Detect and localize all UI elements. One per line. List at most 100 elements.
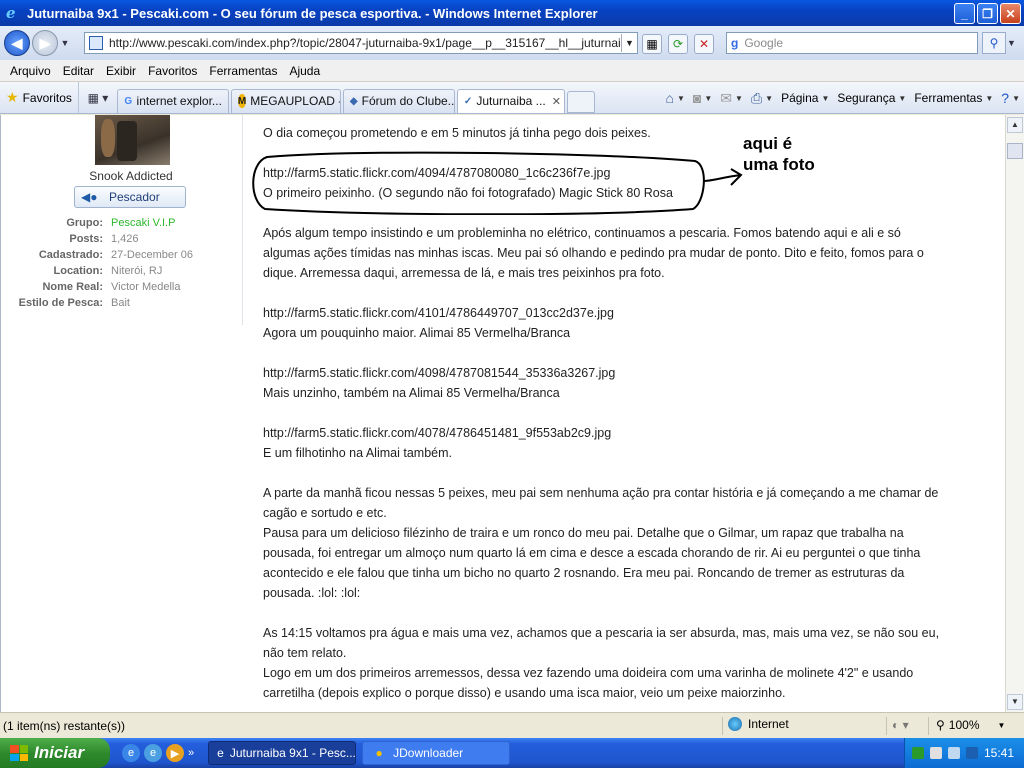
- address-bar[interactable]: http://www.pescaki.com/index.php?/topic/…: [84, 32, 638, 54]
- security-zone[interactable]: Internet: [728, 717, 789, 731]
- menu-ajuda[interactable]: Ajuda: [283, 64, 326, 78]
- annotation-text: aqui é uma foto: [743, 133, 833, 175]
- fish-icon: ◀●: [81, 190, 98, 204]
- back-button[interactable]: ◀: [4, 30, 30, 56]
- tab-internet-explorer[interactable]: G internet explor...: [116, 88, 229, 113]
- search-input[interactable]: Google: [744, 36, 783, 50]
- post-paragraph: http://farm5.static.flickr.com/4098/4787…: [263, 363, 983, 403]
- page-content: Snook Addicted ◀● Pescador Grupo: Pescak…: [0, 115, 1005, 712]
- maximize-button[interactable]: ❐: [977, 3, 998, 24]
- field-label: Grupo:: [66, 217, 103, 229]
- clock[interactable]: 15:41: [984, 746, 1014, 760]
- taskbar: Iniciar e e ▶ » e Juturnaiba 9x1 - Pesc.…: [0, 738, 1024, 768]
- address-input[interactable]: http://www.pescaki.com/index.php?/topic/…: [109, 36, 621, 50]
- tab-juturnaiba[interactable]: ✓ Juturnaiba ... ✕: [456, 88, 565, 113]
- window-controls: _ ❐ ✕: [954, 3, 1021, 24]
- menu-arquivo[interactable]: Arquivo: [4, 64, 57, 78]
- post-line: Pausa para um delicioso filézinho de tra…: [263, 526, 904, 540]
- tab-forum-do-clube[interactable]: ◆ Fórum do Clube...: [342, 88, 455, 113]
- quick-tabs-icon[interactable]: ▦ ▾: [79, 91, 117, 105]
- vertical-scrollbar[interactable]: ▲ ▼: [1005, 115, 1024, 712]
- zoom-control[interactable]: ⚲ 100% ▼: [936, 718, 1005, 732]
- history-dropdown-icon[interactable]: ▼: [58, 38, 72, 48]
- scroll-up-icon[interactable]: ▲: [1007, 117, 1023, 133]
- post-paragraph: http://farm5.static.flickr.com/4078/4786…: [263, 423, 983, 463]
- status-divider: [722, 717, 723, 735]
- close-button[interactable]: ✕: [1000, 3, 1021, 24]
- chevron-down-icon: ▼: [735, 93, 743, 103]
- realname-value: Victor Medella: [111, 281, 181, 293]
- profile-row-posts: Posts: 1,426: [1, 231, 243, 247]
- post-line: Agora um pouquinho maior. Alimai 85 Verm…: [263, 326, 571, 340]
- ie-quicklaunch-icon[interactable]: e: [122, 744, 140, 762]
- tray-app-icon[interactable]: [911, 747, 924, 759]
- favorites-button[interactable]: ★ Favoritos: [0, 82, 79, 113]
- menu-ferramentas[interactable]: Ferramentas: [203, 64, 283, 78]
- stop-icon[interactable]: ✕: [694, 34, 714, 54]
- image-url[interactable]: http://farm5.static.flickr.com/4098/4787…: [263, 363, 983, 383]
- field-label: Cadastrado:: [38, 249, 103, 261]
- menu-editar[interactable]: Editar: [57, 64, 100, 78]
- home-button[interactable]: ⌂ ▼: [662, 90, 689, 106]
- post-paragraph: Após algum tempo insistindo e um problem…: [263, 223, 983, 283]
- search-options-icon[interactable]: ▼: [1007, 38, 1016, 48]
- image-url[interactable]: http://farm5.static.flickr.com/4078/4786…: [263, 423, 983, 443]
- tray-network-icon[interactable]: [929, 747, 942, 759]
- google-tab-icon: G: [124, 95, 133, 107]
- chevron-down-icon: ▼: [821, 93, 830, 103]
- compatibility-view-icon[interactable]: ▦: [642, 34, 662, 54]
- page-menu[interactable]: Página ▼: [777, 91, 833, 105]
- search-button[interactable]: ⚲: [982, 32, 1006, 54]
- tools-menu[interactable]: Ferramentas ▼: [910, 91, 997, 105]
- tab-label: MEGAUPLOAD -...: [250, 94, 340, 108]
- chevron-down-icon: ▼: [997, 720, 1006, 730]
- zone-label: Internet: [748, 717, 789, 731]
- annotation-line: aqui é: [743, 134, 793, 153]
- new-tab-button[interactable]: [566, 90, 595, 113]
- field-label: Estilo de Pesca:: [18, 297, 103, 309]
- zoom-level: 100%: [948, 718, 980, 732]
- protected-mode-icon[interactable]: ◐ ▾: [892, 718, 909, 732]
- post-line: E um filhotinho na Alimai também.: [263, 446, 452, 460]
- refresh-icon[interactable]: ⟳: [668, 34, 688, 54]
- print-button[interactable]: ⎙ ▼: [747, 90, 777, 107]
- scroll-thumb[interactable]: [1007, 143, 1023, 159]
- tray-security-icon[interactable]: [965, 747, 978, 759]
- address-dropdown-icon[interactable]: ▼: [621, 34, 637, 52]
- post-line: Mais unzinho, também na Alimai 85 Vermel…: [263, 386, 560, 400]
- group-value[interactable]: Pescaki V.I.P: [111, 215, 175, 231]
- start-button[interactable]: Iniciar: [0, 738, 110, 768]
- media-player-icon[interactable]: ▶: [166, 744, 184, 762]
- taskbar-item-jdownloader[interactable]: ● JDownloader: [362, 741, 511, 765]
- post-line: algumas ações tímidas nas minhas iscas. …: [263, 246, 924, 260]
- quicklaunch-more-icon[interactable]: »: [188, 747, 194, 759]
- mail-button[interactable]: ✉ ▼: [716, 90, 747, 107]
- security-menu[interactable]: Segurança ▼: [833, 91, 910, 105]
- chevron-down-icon: ▼: [985, 93, 994, 103]
- post-line: pousada, foi entregar um almoço num quar…: [263, 546, 921, 560]
- taskbar-item-label: Juturnaiba 9x1 - Pesc...: [229, 746, 356, 760]
- start-label: Iniciar: [34, 743, 85, 762]
- post-line: Após algum tempo insistindo e um problem…: [263, 226, 901, 240]
- scroll-down-icon[interactable]: ▼: [1007, 694, 1023, 710]
- tray-volume-icon[interactable]: [947, 747, 960, 759]
- menu-favoritos[interactable]: Favoritos: [142, 64, 203, 78]
- tools-menu-label: Ferramentas: [914, 91, 983, 105]
- minimize-button[interactable]: _: [954, 3, 975, 24]
- feeds-button[interactable]: ◙ ▼: [689, 90, 716, 106]
- tab-close-icon[interactable]: ✕: [552, 95, 561, 108]
- search-box[interactable]: g Google: [726, 32, 978, 54]
- page-favicon-icon: [89, 36, 103, 50]
- avatar[interactable]: [95, 115, 170, 165]
- chevron-down-icon: ▼: [765, 93, 774, 103]
- post-paragraph: As 14:15 voltamos pra água e mais uma ve…: [263, 623, 983, 703]
- tab-megaupload[interactable]: M MEGAUPLOAD -...: [230, 88, 341, 113]
- image-url[interactable]: http://farm5.static.flickr.com/4101/4786…: [263, 303, 983, 323]
- taskbar-item-ie[interactable]: e Juturnaiba 9x1 - Pesc...: [208, 741, 357, 765]
- ie-alt-quicklaunch-icon[interactable]: e: [144, 744, 162, 762]
- forward-button[interactable]: ▶: [32, 30, 58, 56]
- post-paragraph: O dia começou prometendo e em 5 minutos …: [263, 123, 983, 143]
- rss-icon: ◙: [692, 90, 702, 106]
- menu-exibir[interactable]: Exibir: [100, 64, 142, 78]
- help-button[interactable]: ? ▼: [997, 90, 1024, 106]
